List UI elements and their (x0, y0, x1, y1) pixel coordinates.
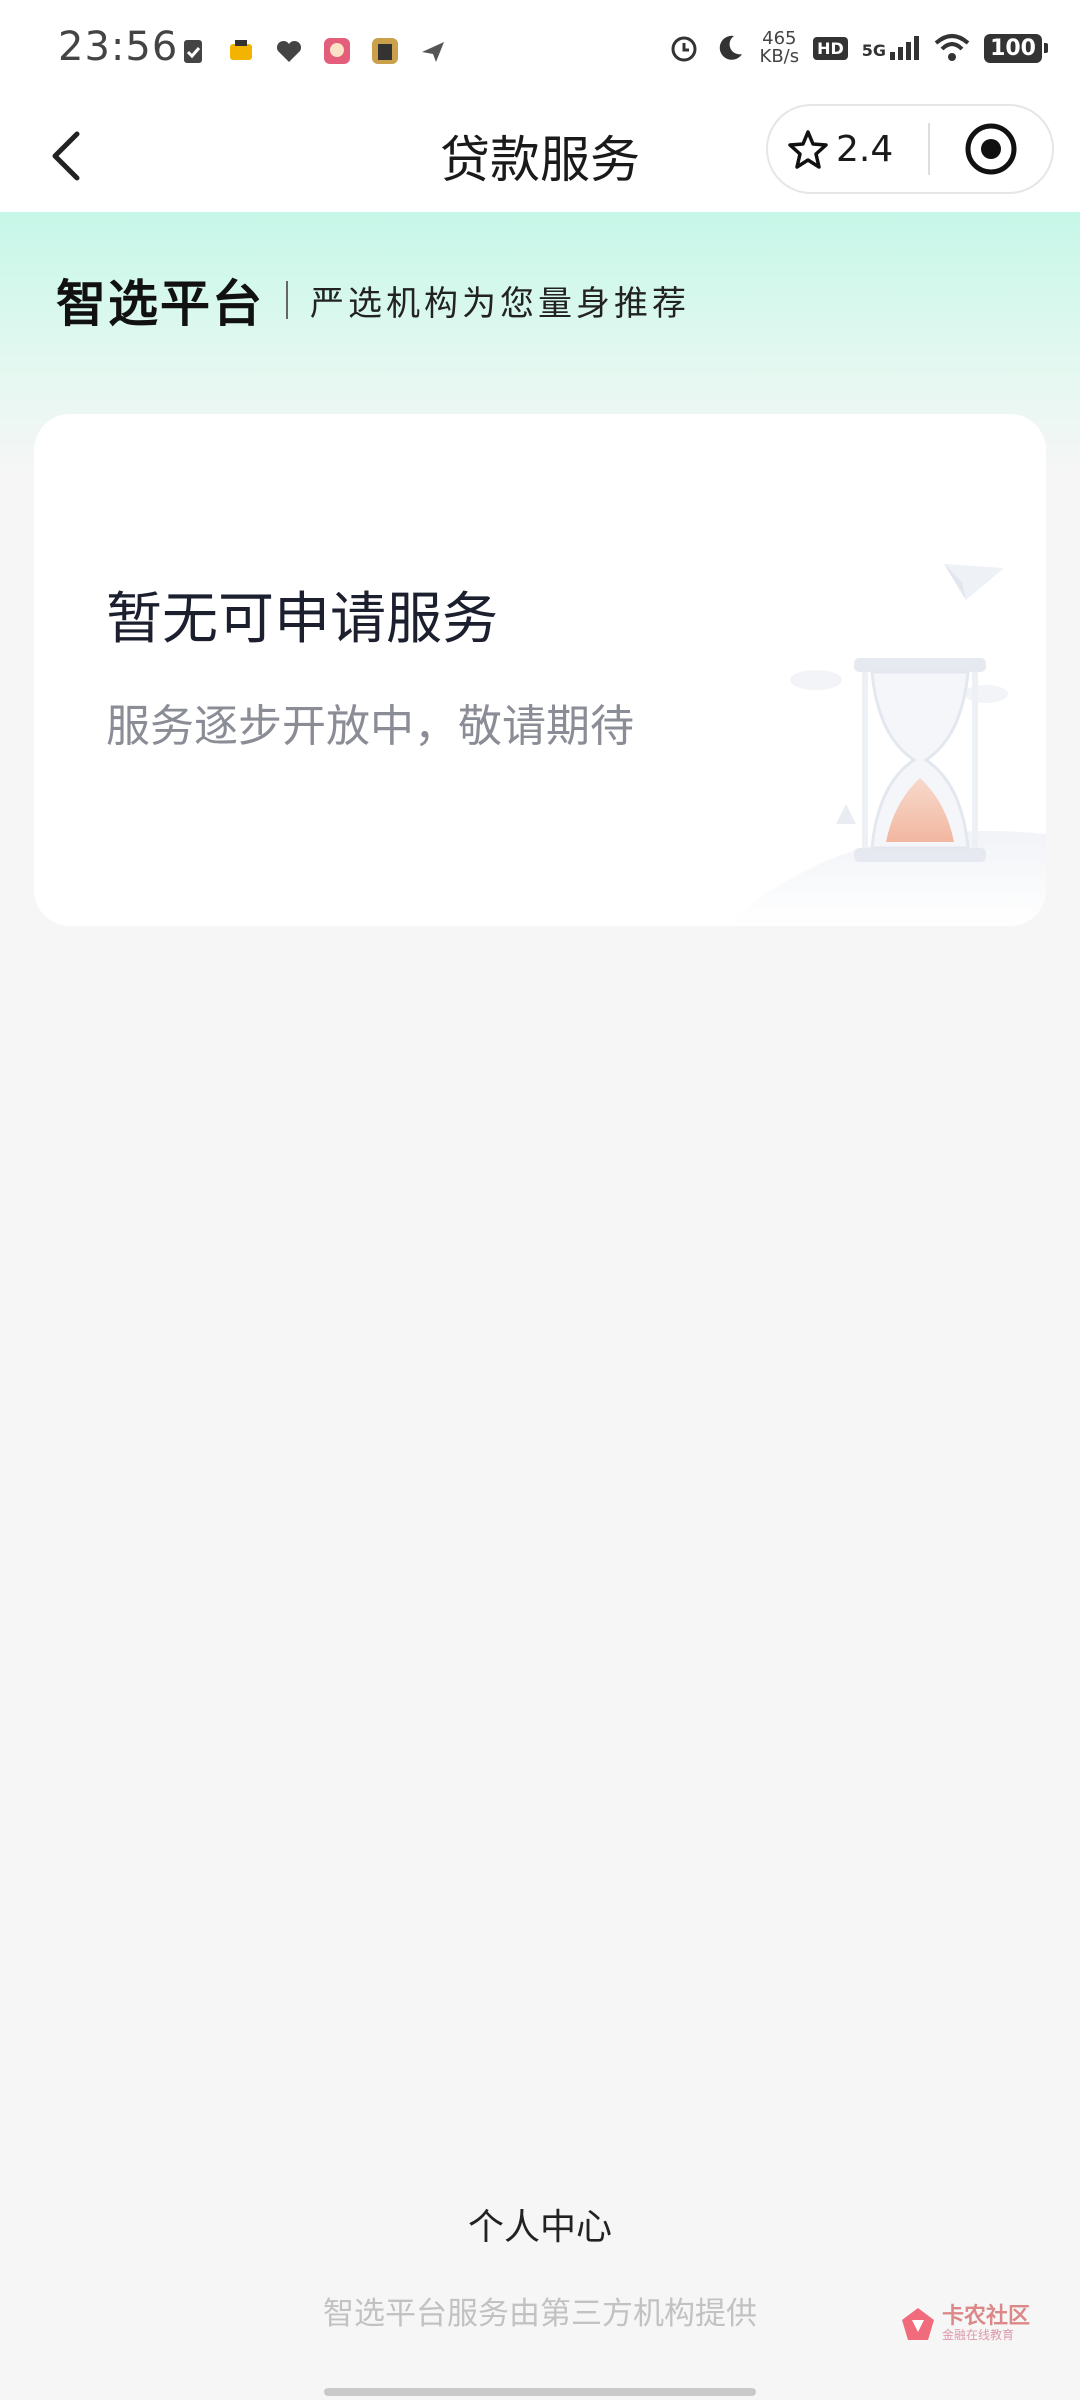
rating-button[interactable]: 2.4 (768, 129, 928, 170)
brand-tagline: 严选机构为您量身推荐 (310, 283, 690, 324)
game-app-icon (372, 38, 398, 64)
send-icon (422, 42, 444, 62)
signal-bars-icon (890, 36, 920, 60)
star-icon (788, 130, 828, 169)
brand-divider (286, 281, 288, 319)
status-bar: 23:56 465 KB/s HD 5G 100 (0, 0, 1080, 100)
status-time: 23:56 (58, 24, 179, 70)
notification-icons (178, 36, 448, 66)
hourglass-illustration (726, 564, 1046, 926)
avatar-app-icon (324, 38, 350, 64)
net-speed: 465 KB/s (760, 30, 800, 66)
system-icons: 465 KB/s HD 5G 100 (668, 30, 1048, 66)
mini-program-capsule: 2.4 (766, 104, 1054, 194)
watermark-logo: 卡农社区 金融在线教育 (900, 2306, 1030, 2342)
watermark-name: 卡农社区 (942, 2304, 1031, 2329)
navigation-bar: 贷款服务 2.4 (0, 100, 1080, 212)
kanong-logo-icon (902, 2308, 934, 2340)
watermark-text: 卡农社区 金融在线教育 (942, 2304, 1031, 2343)
brand-name: 智选平台 (56, 275, 264, 333)
battery-indicator: 100 (984, 33, 1048, 63)
alarm-icon (671, 36, 697, 62)
watermark-slogan: 金融在线教育 (942, 2328, 1015, 2342)
target-icon (965, 123, 1017, 175)
close-mini-program-button[interactable] (930, 121, 1052, 177)
brand-row: 智选平台 严选机构为您量身推荐 (56, 264, 690, 336)
hd-badge: HD (813, 36, 848, 60)
rating-value: 2.4 (836, 128, 894, 170)
signal-type: 5G (861, 41, 887, 60)
moon-icon (719, 35, 742, 60)
hourglass-icon (854, 658, 986, 862)
home-indicator[interactable] (324, 2388, 756, 2396)
app-notification-icon (230, 40, 252, 60)
heart-icon (276, 40, 302, 62)
paper-plane-icon (944, 564, 1004, 600)
cell-signal: 5G (862, 36, 920, 60)
clipboard-check-icon (184, 40, 202, 63)
empty-state-title: 暂无可申请服务 (106, 587, 498, 652)
empty-state-subtitle: 服务逐步开放中，敬请期待 (106, 701, 634, 752)
net-speed-unit: KB/s (759, 46, 800, 67)
wifi-icon (934, 34, 970, 61)
personal-center-link[interactable]: 个人中心 (0, 2198, 1080, 2250)
empty-state-card: 暂无可申请服务 服务逐步开放中，敬请期待 (34, 414, 1046, 926)
